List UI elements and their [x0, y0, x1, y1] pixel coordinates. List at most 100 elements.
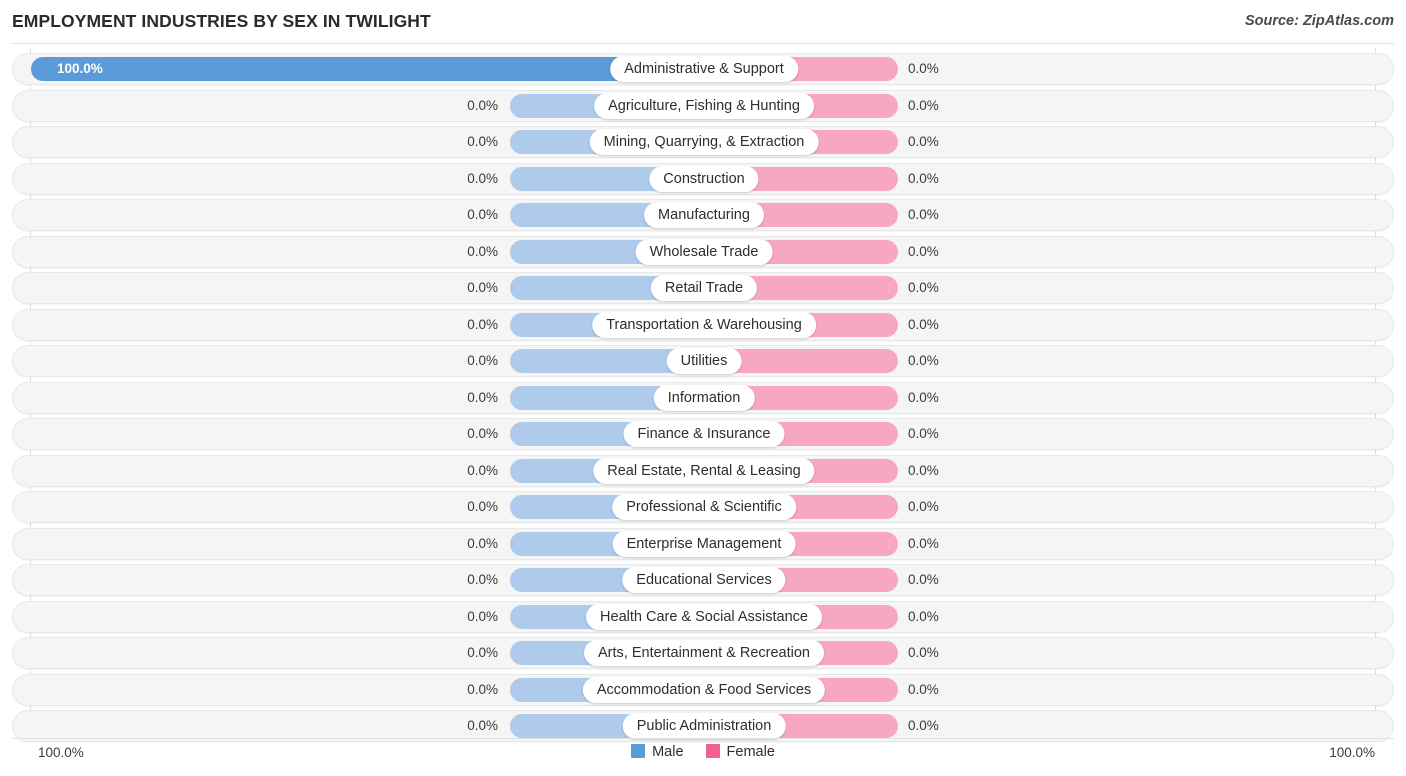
legend-swatch-icon — [705, 744, 720, 758]
row-content: 0.0% 0.0% Mining, Quarrying, & Extraction — [13, 127, 1393, 157]
category-label: Administrative & Support — [610, 56, 798, 82]
male-value-label: 0.0% — [467, 462, 498, 478]
male-value-label: 100.0% — [57, 61, 103, 76]
row-content: 0.0% 0.0% Transportation & Warehousing — [13, 310, 1393, 340]
legend-item-female[interactable]: Female — [705, 744, 775, 760]
table-row[interactable]: 0.0% 0.0% Accommodation & Food Services — [12, 673, 1394, 706]
row-content: 0.0% 0.0% Manufacturing — [13, 200, 1393, 230]
male-value-label: 0.0% — [467, 97, 498, 113]
chart-plot-area: 100.0% 0.0% Administrative & Support 0.0% 0.… — [0, 48, 1406, 742]
male-value-label: 0.0% — [467, 572, 498, 587]
chart-legend: Male Female — [0, 744, 1406, 760]
legend-label: Male — [652, 744, 684, 760]
female-value-label: 0.0% — [908, 608, 939, 624]
row-content: 0.0% 0.0% Agriculture, Fishing & Hunting — [13, 91, 1393, 121]
table-row[interactable]: 0.0% 0.0% Retail Trade — [12, 272, 1394, 304]
category-label: Wholesale Trade — [635, 238, 773, 265]
table-row[interactable]: 0.0% 0.0% Manufacturing — [12, 199, 1394, 231]
female-value-label: 0.0% — [908, 681, 939, 697]
table-row[interactable]: 0.0% 0.0% Educational Services — [12, 564, 1394, 596]
row-content: 0.0% 0.0% Construction — [13, 164, 1393, 194]
male-value-label: 0.0% — [467, 207, 498, 222]
table-row[interactable]: 0.0% 0.0% Enterprise Management — [12, 527, 1394, 560]
row-content: 0.0% 0.0% Health Care & Social Assistance — [13, 602, 1393, 632]
table-row[interactable]: 0.0% 0.0% Professional & Scientific — [12, 491, 1394, 523]
male-value-label: 0.0% — [467, 681, 498, 697]
row-content: 0.0% 0.0% Educational Services — [13, 565, 1393, 595]
male-value-label: 0.0% — [467, 280, 498, 295]
legend-item-male[interactable]: Male — [631, 744, 684, 760]
table-row[interactable]: 0.0% 0.0% Arts, Entertainment & Recreation — [12, 637, 1394, 669]
source-attribution: Source: ZipAtlas.com — [1244, 13, 1394, 29]
category-label: Arts, Entertainment & Recreation — [584, 640, 824, 666]
row-content: 0.0% 0.0% Retail Trade — [13, 273, 1393, 303]
table-row[interactable]: 0.0% 0.0% Agriculture, Fishing & Hunting — [12, 89, 1394, 122]
table-row[interactable]: 0.0% 0.0% Construction — [12, 162, 1394, 195]
row-content: 0.0% 0.0% Information — [13, 383, 1393, 413]
row-content: 0.0% 0.0% Arts, Entertainment & Recreation — [13, 638, 1393, 668]
header-divider — [12, 43, 1394, 44]
chart-header: EMPLOYMENT INDUSTRIES BY SEX IN TWILIGHT… — [0, 0, 1406, 44]
male-value-label: 0.0% — [467, 535, 498, 551]
table-row[interactable]: 0.0% 0.0% Real Estate, Rental & Leasing — [12, 454, 1394, 487]
female-value-label: 0.0% — [908, 61, 939, 76]
male-value-label: 0.0% — [467, 389, 498, 405]
female-value-label: 0.0% — [908, 572, 939, 587]
category-label: Enterprise Management — [612, 530, 796, 557]
female-value-label: 0.0% — [908, 645, 939, 660]
male-value-label: 0.0% — [467, 499, 498, 514]
male-value-label: 0.0% — [467, 608, 498, 624]
male-value-label: 0.0% — [467, 134, 498, 149]
row-content: 0.0% 0.0% Real Estate, Rental & Leasing — [13, 456, 1393, 486]
category-label: Professional & Scientific — [612, 494, 796, 520]
page-title: EMPLOYMENT INDUSTRIES BY SEX IN TWILIGHT — [12, 11, 431, 31]
row-content: 0.0% 0.0% Professional & Scientific — [13, 492, 1393, 522]
category-label: Transportation & Warehousing — [592, 311, 816, 338]
row-content: 0.0% 0.0% Utilities — [13, 346, 1393, 376]
category-label: Finance & Insurance — [623, 421, 785, 447]
table-row[interactable]: 0.0% 0.0% Information — [12, 381, 1394, 414]
female-value-label: 0.0% — [908, 718, 939, 733]
row-content: 0.0% 0.0% Accommodation & Food Services — [13, 675, 1393, 705]
female-value-label: 0.0% — [908, 426, 939, 441]
legend-label: Female — [726, 744, 775, 760]
table-row[interactable]: 0.0% 0.0% Finance & Insurance — [12, 418, 1394, 450]
male-value-label: 0.0% — [467, 426, 498, 441]
female-value-label: 0.0% — [908, 462, 939, 478]
female-value-label: 0.0% — [908, 535, 939, 551]
table-row[interactable]: 0.0% 0.0% Utilities — [12, 345, 1394, 377]
female-value-label: 0.0% — [908, 389, 939, 405]
row-content: 0.0% 0.0% Public Administration — [13, 711, 1393, 741]
category-label: Retail Trade — [650, 275, 758, 301]
row-content: 0.0% 0.0% Finance & Insurance — [13, 419, 1393, 449]
row-content: 0.0% 0.0% Wholesale Trade — [13, 237, 1393, 267]
table-row[interactable]: 0.0% 0.0% Wholesale Trade — [12, 235, 1394, 268]
category-label: Real Estate, Rental & Leasing — [593, 457, 815, 484]
female-value-label: 0.0% — [908, 134, 939, 149]
bar-male — [31, 57, 704, 81]
category-label: Utilities — [666, 348, 742, 374]
category-label: Information — [653, 384, 755, 411]
male-value-label: 0.0% — [467, 316, 498, 332]
table-row[interactable]: 0.0% 0.0% Health Care & Social Assistance — [12, 600, 1394, 633]
male-value-label: 0.0% — [467, 353, 498, 368]
table-row[interactable]: 0.0% 0.0% Transportation & Warehousing — [12, 308, 1394, 341]
female-value-label: 0.0% — [908, 207, 939, 222]
category-label: Accommodation & Food Services — [582, 676, 826, 703]
female-value-label: 0.0% — [908, 499, 939, 514]
row-content: 100.0% 0.0% Administrative & Support — [13, 54, 1393, 84]
row-content: 0.0% 0.0% Enterprise Management — [13, 529, 1393, 559]
table-row[interactable]: 0.0% 0.0% Mining, Quarrying, & Extraction — [12, 126, 1394, 158]
footer-divider — [12, 738, 1394, 739]
table-row[interactable]: 100.0% 0.0% Administrative & Support — [12, 53, 1394, 85]
category-label: Agriculture, Fishing & Hunting — [594, 92, 814, 119]
female-value-label: 0.0% — [908, 243, 939, 259]
category-label: Construction — [649, 165, 759, 192]
category-label: Manufacturing — [644, 202, 764, 228]
female-value-label: 0.0% — [908, 280, 939, 295]
male-value-label: 0.0% — [467, 718, 498, 733]
female-value-label: 0.0% — [908, 97, 939, 113]
chart-footer: 100.0% 100.0% Male Female — [0, 738, 1406, 776]
male-value-label: 0.0% — [467, 170, 498, 186]
category-label: Public Administration — [622, 713, 786, 739]
